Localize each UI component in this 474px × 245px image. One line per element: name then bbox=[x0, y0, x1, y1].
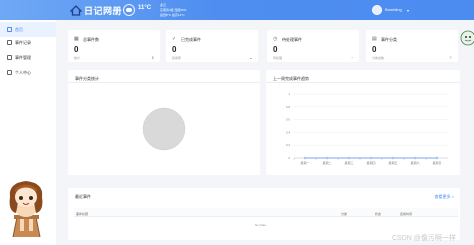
empty-table-text: No Data bbox=[255, 223, 267, 227]
stat-value: 0 bbox=[372, 45, 377, 54]
stat-title: 待处理事件 bbox=[282, 37, 302, 42]
progress-icon: ◔ bbox=[350, 55, 353, 60]
y-tick-label: 0.8 bbox=[286, 105, 291, 109]
pie-chart-panel: 事件分类统计 bbox=[68, 70, 260, 175]
x-tick-label: 星期六 bbox=[410, 160, 419, 165]
folder-icon bbox=[7, 40, 12, 45]
line-chart-panel: 上一周完成事件趋势 1 0.8 0.6 0.4 0.2 0 星期一 星期二 星期三 星期四 星期五星… bbox=[266, 70, 460, 175]
pie-chart bbox=[142, 107, 186, 151]
weather-wind: 东南风3级 湿度59% bbox=[160, 8, 187, 12]
stat-subtitle: 待处理 bbox=[273, 56, 283, 60]
sidebar-item-profile[interactable]: 个人中心 bbox=[0, 65, 56, 80]
weather-range: 最低8°C 最高13°C bbox=[160, 13, 185, 17]
data-point[interactable] bbox=[435, 156, 439, 160]
stat-value: 0 bbox=[273, 45, 278, 54]
x-tick-label: 星期二 bbox=[322, 160, 331, 165]
check-icon: ✓ bbox=[172, 36, 177, 42]
y-tick-label: 0 bbox=[288, 156, 290, 160]
stat-title: 已完成事件 bbox=[181, 37, 201, 42]
temperature: 11°C bbox=[138, 5, 152, 11]
stat-card-pending-events: ◷ 待处理事件 0 待处理 ◔ bbox=[267, 30, 359, 62]
sidebar-item-event-management[interactable]: 事件管理 bbox=[0, 50, 56, 65]
column-header-completed-time[interactable]: 完成时间 bbox=[400, 212, 412, 216]
stat-subtitle: 完成率 bbox=[172, 56, 182, 60]
column-header-status[interactable]: 状态 bbox=[375, 212, 381, 216]
logo-house-icon bbox=[70, 4, 82, 16]
list-icon: ≡ bbox=[449, 55, 452, 60]
stat-value: 0 bbox=[172, 45, 177, 54]
stat-title: 事件分类 bbox=[381, 37, 397, 42]
clock-icon: ◷ bbox=[273, 36, 278, 42]
sidebar-item-label: 事件管理 bbox=[15, 54, 31, 60]
app-logo[interactable]: 日记网册 bbox=[70, 3, 122, 17]
floating-avatar[interactable] bbox=[460, 30, 474, 46]
y-tick-label: 0.2 bbox=[286, 143, 291, 147]
stat-subtitle: 分类总数 bbox=[372, 56, 385, 60]
x-tick-label: 星期一 bbox=[300, 160, 309, 165]
data-point[interactable] bbox=[325, 156, 329, 160]
app-title: 日记网册 bbox=[84, 6, 123, 17]
file-icon: ▤ bbox=[372, 36, 377, 42]
user-icon bbox=[7, 70, 12, 75]
y-tick-label: 1 bbox=[288, 92, 290, 96]
stat-card-total-events: ▦ 总事件数 0 统计 $ bbox=[68, 30, 160, 62]
column-header-title[interactable]: 事件标题 bbox=[76, 212, 88, 216]
home-icon bbox=[7, 27, 12, 32]
line-chart: 1 0.8 0.6 0.4 0.2 0 星期一 星期二 星期三 星期四 星期五 星期六 星期日 bbox=[286, 92, 448, 165]
stat-value: 0 bbox=[74, 45, 79, 54]
document-icon bbox=[7, 55, 12, 60]
stat-title: 总事件数 bbox=[83, 37, 99, 42]
data-point[interactable] bbox=[413, 156, 417, 160]
stat-card-categories: ▤ 事件分类 0 分类总数 ≡ bbox=[366, 30, 458, 62]
gauge-icon: ◒ bbox=[249, 55, 252, 60]
mascot-illustration bbox=[9, 181, 43, 238]
x-tick-label: 星期四 bbox=[366, 160, 375, 165]
sidebar-item-label: 首页 bbox=[15, 26, 23, 32]
sidebar-item-event-records[interactable]: 事件记录 bbox=[0, 35, 56, 50]
pie-empty-circle bbox=[142, 107, 186, 151]
sidebar-item-label: 个人中心 bbox=[15, 69, 31, 75]
stat-card-completed-events: ✓ 已完成事件 0 完成率 ◒ bbox=[166, 30, 258, 62]
top-bar: 日记网册 11°C 多云 东南风3级 湿度59% 最低8°C 最高13°C Bu… bbox=[0, 0, 474, 20]
weather-cloud-icon bbox=[123, 4, 135, 16]
weather-condition: 多云 bbox=[160, 3, 167, 7]
user-name[interactable]: Bumbling bbox=[385, 7, 402, 12]
data-point[interactable] bbox=[369, 156, 373, 160]
data-point[interactable] bbox=[303, 156, 307, 160]
user-avatar[interactable] bbox=[372, 5, 382, 15]
y-tick-label: 0.6 bbox=[286, 118, 291, 122]
data-point[interactable] bbox=[347, 156, 351, 160]
watermark: CSDN @像污啊一样 bbox=[392, 235, 456, 242]
calendar-icon: ▦ bbox=[74, 36, 79, 42]
data-point[interactable] bbox=[391, 156, 395, 160]
chevron-down-icon[interactable]: ▾ bbox=[407, 8, 409, 13]
currency-icon: $ bbox=[151, 55, 154, 60]
x-tick-label: 星期三 bbox=[344, 160, 353, 165]
column-header-category[interactable]: 分类 bbox=[341, 212, 347, 216]
app-root: 日记网册 11°C 多云 东南风3级 湿度59% 最低8°C 最高13°C Bu… bbox=[0, 0, 474, 245]
sidebar-item-label: 事件记录 bbox=[15, 39, 31, 45]
x-tick-label: 星期日 bbox=[432, 160, 441, 165]
stat-subtitle: 统计 bbox=[74, 56, 81, 60]
y-tick-label: 0.4 bbox=[286, 130, 291, 134]
x-tick-label: 星期五 bbox=[388, 160, 397, 165]
